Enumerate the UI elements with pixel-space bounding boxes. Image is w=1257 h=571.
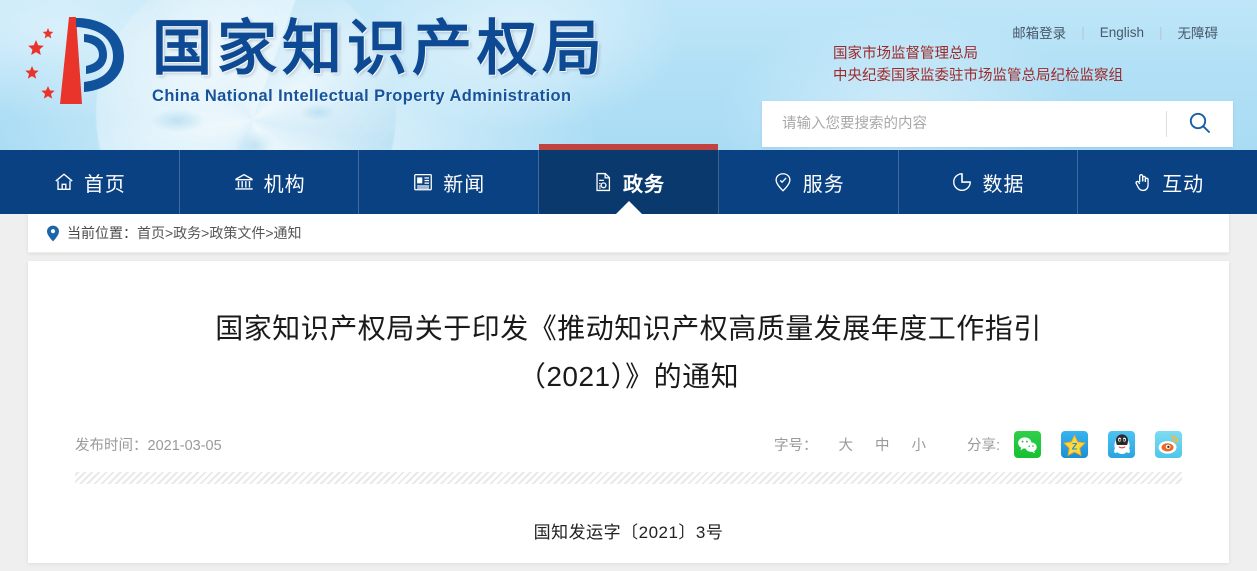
- font-size-controls: 字号： 大 中 小: [774, 434, 937, 455]
- org-line-2[interactable]: 中央纪委国家监委驻市场监管总局纪检监察组: [833, 66, 1233, 88]
- font-size-large[interactable]: 大: [827, 434, 864, 455]
- page-title: 国家知识产权局关于印发《推动知识产权高质量发展年度工作指引（2021）》的通知: [215, 313, 1042, 393]
- location-pin-icon: [46, 225, 60, 242]
- org-line-1[interactable]: 国家市场监督管理总局: [833, 44, 1233, 66]
- hand-icon: [1131, 171, 1153, 193]
- document-number: 国知发运字〔2021〕3号: [533, 523, 724, 543]
- nav-item-interaction[interactable]: 互动: [1078, 150, 1257, 214]
- accessibility-link[interactable]: 无障碍: [1163, 22, 1234, 42]
- nav-label-interaction: 互动: [1162, 173, 1205, 196]
- article-meta-row: 发布时间：2021-03-05 字号： 大 中 小 分享: Z: [75, 431, 1182, 472]
- publish-time: 发布时间：2021-03-05: [75, 434, 222, 455]
- site-header: 国家知识产权局 China National Intellectual Prop…: [0, 0, 1257, 150]
- article-card: 国家知识产权局关于印发《推动知识产权高质量发展年度工作指引（2021）》的通知 …: [28, 261, 1229, 564]
- search-icon: [1187, 110, 1213, 139]
- share-qq-icon[interactable]: [1108, 431, 1135, 459]
- chart-pie-icon: [951, 171, 973, 193]
- share-controls: 分享: Z: [966, 431, 1182, 459]
- nav-item-data[interactable]: 数据: [899, 150, 1079, 214]
- nav-item-government-affairs[interactable]: 政务: [539, 144, 719, 214]
- breadcrumb-path[interactable]: 首页>政务>政策文件>通知: [137, 223, 302, 243]
- search-button[interactable]: [1167, 101, 1233, 147]
- nav-label-home: 首页: [83, 173, 126, 196]
- breadcrumb: 当前位置： 首页>政务>政策文件>通知: [28, 214, 1229, 253]
- publish-time-label: 发布时间：: [75, 438, 148, 455]
- bank-icon: [233, 171, 255, 193]
- publish-time-value: 2021-03-05: [147, 438, 222, 455]
- site-logo[interactable]: 国家知识产权局 China National Intellectual Prop…: [22, 12, 607, 110]
- font-size-medium[interactable]: 中: [864, 434, 901, 455]
- search-input[interactable]: [762, 101, 1166, 147]
- cnipa-logo-icon: [22, 12, 148, 110]
- nav-label-data: 数据: [982, 173, 1025, 196]
- share-wechat-icon[interactable]: [1014, 431, 1041, 459]
- font-size-small[interactable]: 小: [900, 434, 937, 455]
- nav-label-news: 新闻: [443, 173, 486, 196]
- share-weibo-icon[interactable]: [1155, 431, 1182, 459]
- breadcrumb-prefix: 当前位置：: [67, 225, 137, 241]
- mail-login-link[interactable]: 邮箱登录: [997, 22, 1081, 42]
- news-icon: [412, 171, 434, 193]
- logo-title-cn: 国家知识产权局: [152, 14, 607, 84]
- search-box: [762, 101, 1233, 147]
- nav-item-news[interactable]: 新闻: [359, 150, 540, 214]
- font-size-label: 字号：: [773, 438, 818, 455]
- service-icon: [772, 171, 794, 193]
- page-body: 当前位置： 首页>政务>政策文件>通知 国家知识产权局关于印发《推动知识产权高质…: [0, 214, 1257, 564]
- share-icon-list: Z: [1014, 431, 1182, 459]
- document-icon: [592, 171, 614, 193]
- home-icon: [53, 171, 75, 193]
- nav-label-government-affairs: 政务: [623, 173, 666, 196]
- svg-text:Z: Z: [1072, 441, 1078, 451]
- nav-item-home[interactable]: 首页: [0, 150, 180, 214]
- share-qzone-icon[interactable]: Z: [1061, 431, 1088, 459]
- meta-controls: 字号： 大 中 小 分享: Z: [774, 431, 1182, 459]
- english-link[interactable]: English: [1085, 25, 1159, 40]
- utility-links: 邮箱登录 | English | 无障碍: [997, 22, 1233, 42]
- breadcrumb-card: 当前位置： 首页>政务>政策文件>通知: [28, 214, 1229, 253]
- section-divider: [75, 472, 1182, 485]
- logo-title-en: China National Intellectual Property Adm…: [152, 87, 572, 106]
- nav-item-institution[interactable]: 机构: [180, 150, 360, 214]
- nav-label-service: 服务: [802, 173, 845, 196]
- main-navigation: 首页 机构 新闻 政务 服务 数据 互动: [0, 144, 1257, 214]
- affiliated-org-links: 国家市场监督管理总局 中央纪委国家监委驻市场监管总局纪检监察组: [833, 44, 1233, 88]
- nav-label-institution: 机构: [263, 173, 306, 196]
- nav-item-service[interactable]: 服务: [719, 150, 899, 214]
- share-label: 分享:: [966, 438, 1000, 455]
